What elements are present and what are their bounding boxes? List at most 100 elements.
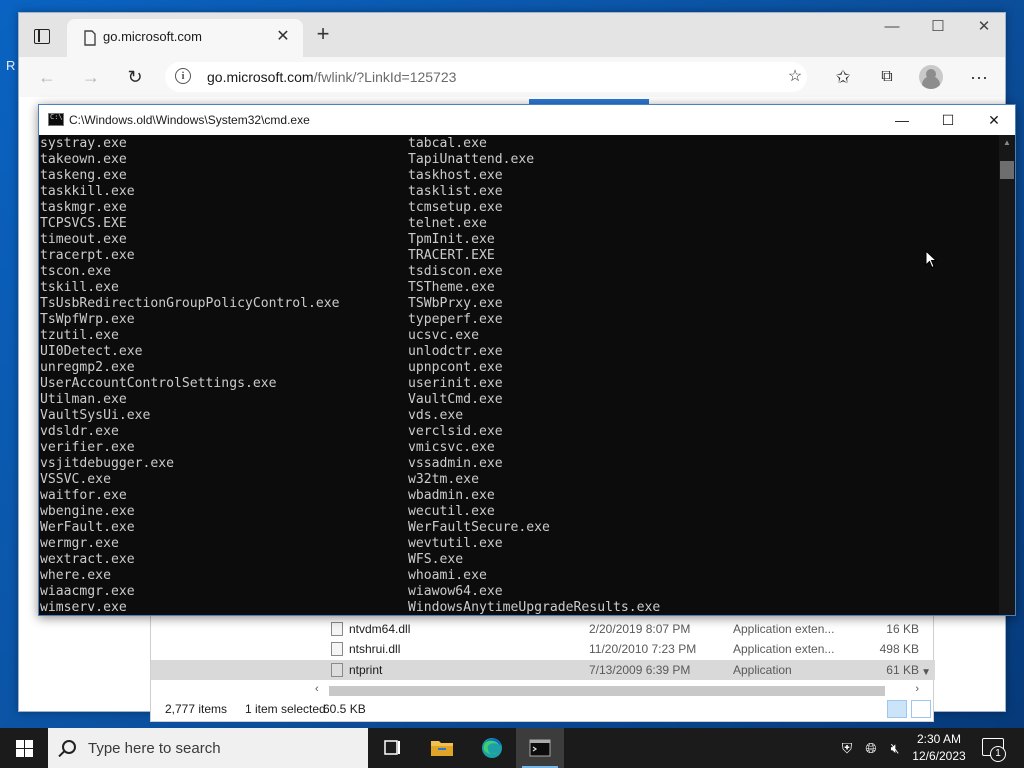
cmd-app-icon: [48, 113, 64, 126]
mouse-cursor-icon: [925, 250, 937, 269]
security-shield-icon[interactable]: ⛨: [838, 739, 856, 757]
file-date: 2/20/2019 8:07 PM: [589, 622, 691, 636]
tab-strip: go.microsoft.com ✕ + — ☐ ✕: [19, 13, 1005, 57]
file-explorer-taskbar-button[interactable]: [418, 728, 466, 768]
file-name: ntprint: [349, 663, 383, 677]
cmd-output-line: TRACERT.EXE: [408, 248, 495, 263]
scroll-right-icon[interactable]: ›: [915, 683, 919, 695]
maximize-button[interactable]: ☐: [915, 13, 961, 45]
cmd-output-line: TSTheme.exe: [408, 280, 495, 295]
cmd-scrollbar-thumb[interactable]: [1000, 161, 1014, 179]
edge-taskbar-button[interactable]: [468, 728, 516, 768]
workspaces-icon[interactable]: [31, 25, 53, 47]
taskbar-search-box[interactable]: Type here to search: [48, 728, 368, 768]
cmd-output-line: TsUsbRedirectionGroupPolicyControl.exe: [40, 296, 340, 311]
cmd-output-line: taskkill.exe: [40, 184, 135, 199]
details-view-icon[interactable]: [887, 700, 907, 718]
cmd-output-line: tcmsetup.exe: [408, 200, 503, 215]
task-view-icon: [384, 740, 400, 755]
add-favorite-icon[interactable]: ☆: [781, 63, 809, 91]
file-date: 7/13/2009 6:39 PM: [589, 663, 691, 677]
cmd-output-line: WerFaultSecure.exe: [408, 520, 550, 535]
more-options-icon[interactable]: ···: [965, 63, 993, 91]
selection-size: 60.5 KB: [323, 702, 366, 716]
cmd-output-line: systray.exe: [40, 136, 127, 151]
cmd-output-line: wiawow64.exe: [408, 584, 503, 599]
volume-muted-icon[interactable]: 🔇︎: [886, 739, 904, 757]
dll-file-icon: [331, 642, 343, 656]
clock-time: 2:30 AM: [916, 732, 962, 746]
cmd-output-line: userinit.exe: [408, 376, 503, 391]
close-window-button[interactable]: ✕: [961, 13, 1007, 45]
scroll-up-icon[interactable]: ▲: [999, 135, 1015, 151]
system-clock[interactable]: 2:30 AM 12/6/2023: [908, 731, 970, 765]
cmd-output-line: unregmp2.exe: [40, 360, 135, 375]
cmd-output-line: tscon.exe: [40, 264, 111, 279]
cmd-title: C:\Windows.old\Windows\System32\cmd.exe: [69, 113, 310, 127]
cmd-maximize-button[interactable]: ☐: [925, 105, 971, 135]
address-url: go.microsoft.com/fwlink/?LinkId=125723: [207, 69, 456, 85]
file-name: ntvdm64.dll: [349, 622, 411, 636]
minimize-button[interactable]: —: [869, 13, 915, 45]
cmd-taskbar-button[interactable]: [516, 728, 564, 768]
scrollbar-thumb[interactable]: [329, 686, 885, 696]
profile-avatar[interactable]: [919, 65, 943, 89]
start-button[interactable]: [0, 728, 48, 768]
item-count: 2,777 items: [165, 702, 228, 716]
selection-count: 1 item selected: [245, 702, 326, 716]
refresh-icon[interactable]: ↻: [121, 63, 149, 91]
cmd-output-line: vdsldr.exe: [40, 424, 119, 439]
cmd-output-line: verclsid.exe: [408, 424, 503, 439]
cmd-output-line: TapiUnattend.exe: [408, 152, 535, 167]
file-row-selected[interactable]: ntprint 7/13/2009 6:39 PM Application 61…: [151, 660, 935, 680]
collections-icon[interactable]: ⧉: [873, 63, 901, 91]
edge-icon: [482, 738, 502, 758]
cmd-output-line: waitfor.exe: [40, 488, 127, 503]
dll-file-icon: [331, 622, 343, 636]
cmd-output-line: timeout.exe: [40, 232, 127, 247]
search-icon: [62, 740, 76, 754]
desktop-partial-label: R: [6, 58, 16, 73]
file-explorer-window: ntvdm64.dll 2/20/2019 8:07 PM Applicatio…: [150, 614, 935, 722]
cmd-output-line: tasklist.exe: [408, 184, 503, 199]
cmd-output-line: w32tm.exe: [408, 472, 479, 487]
file-date: 11/20/2010 7:23 PM: [589, 642, 697, 656]
cmd-output-line: WerFault.exe: [40, 520, 135, 535]
cmd-output-line: taskeng.exe: [40, 168, 127, 183]
file-size: 498 KB: [879, 642, 919, 656]
favorites-icon[interactable]: ✩: [829, 63, 857, 91]
new-tab-button[interactable]: +: [311, 23, 335, 47]
network-globe-icon[interactable]: 🌐︎: [862, 739, 880, 757]
task-view-button[interactable]: [368, 728, 416, 768]
notification-badge: 1: [990, 746, 1006, 762]
cmd-output-line: vssadmin.exe: [408, 456, 503, 471]
cmd-output-line: wiaacmgr.exe: [40, 584, 135, 599]
address-bar[interactable]: i go.microsoft.com/fwlink/?LinkId=125723: [165, 62, 807, 92]
cmd-output-line: takeown.exe: [40, 152, 127, 167]
file-explorer-icon: [431, 741, 453, 756]
file-row[interactable]: ntvdm64.dll 2/20/2019 8:07 PM Applicatio…: [151, 619, 935, 639]
file-row[interactable]: ntshrui.dll 11/20/2010 7:23 PM Applicati…: [151, 639, 935, 659]
large-icons-view-icon[interactable]: [911, 700, 931, 718]
cmd-output-line: typeperf.exe: [408, 312, 503, 327]
search-placeholder: Type here to search: [88, 740, 221, 757]
forward-icon[interactable]: →: [77, 63, 105, 91]
cmd-output-line: WindowsAnytimeUpgradeResults.exe: [408, 600, 661, 615]
scroll-down-icon[interactable]: ▼: [921, 667, 931, 678]
site-info-icon[interactable]: i: [175, 68, 191, 84]
cmd-output-line: tabcal.exe: [408, 136, 487, 151]
cmd-output[interactable]: systray.exe tabcal.exe takeown.exe TapiUnat…: [39, 135, 999, 615]
cmd-title-bar[interactable]: C:\Windows.old\Windows\System32\cmd.exe …: [39, 105, 1015, 135]
printer-app-icon: [331, 663, 343, 677]
back-icon[interactable]: ←: [33, 63, 61, 91]
cmd-scrollbar[interactable]: ▲: [999, 135, 1015, 615]
cmd-output-line: vmicsvc.exe: [408, 440, 495, 455]
cmd-close-button[interactable]: ✕: [971, 105, 1017, 135]
file-size: 61 KB: [886, 663, 919, 677]
cmd-output-line: TCPSVCS.EXE: [40, 216, 127, 231]
cmd-minimize-button[interactable]: —: [879, 105, 925, 135]
close-tab-icon[interactable]: ✕: [273, 27, 293, 47]
scroll-left-icon[interactable]: ‹: [315, 683, 319, 695]
browser-tab[interactable]: go.microsoft.com ✕: [67, 19, 303, 57]
address-host: go.microsoft.com: [207, 69, 314, 85]
